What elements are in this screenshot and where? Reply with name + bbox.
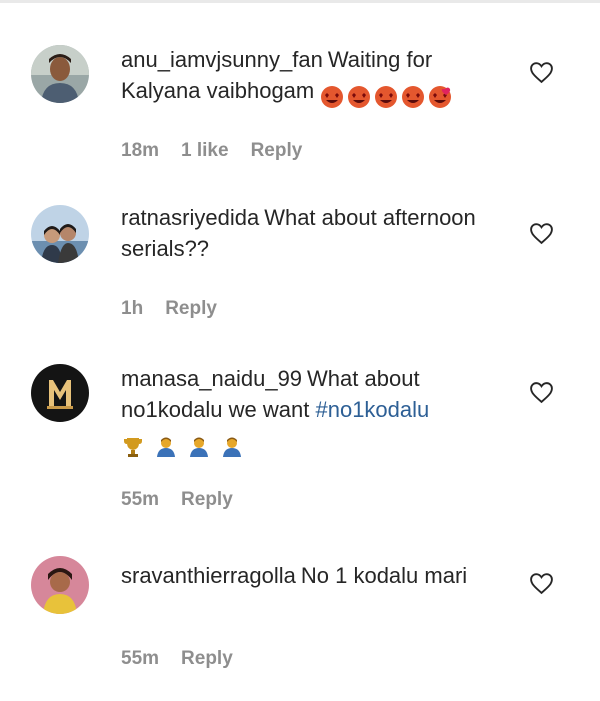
comment-text: ratnasriyedida What about afternoon seria… <box>121 202 516 264</box>
reply-button[interactable]: Reply <box>181 648 233 670</box>
comment-username[interactable]: sravanthierragolla <box>121 563 296 588</box>
comment-meta: 55m Reply <box>121 648 233 670</box>
comment-username[interactable]: ratnasriyedida <box>121 205 259 230</box>
comment-meta: 55m Reply <box>121 489 233 511</box>
heart-eyes-emoji <box>402 86 425 109</box>
comment-text: anu_iamvjsunny_fan Waiting for Kalyana va… <box>121 44 516 111</box>
heart-outline-icon[interactable] <box>529 221 554 246</box>
reply-button[interactable]: Reply <box>165 298 217 320</box>
comment-username[interactable]: anu_iamvjsunny_fan <box>121 47 323 72</box>
avatar[interactable] <box>31 205 89 263</box>
comment-meta: 1h Reply <box>121 298 217 320</box>
emoji-row <box>121 430 247 461</box>
trophy-emoji <box>124 438 142 458</box>
reply-button[interactable]: Reply <box>251 140 303 162</box>
avatar[interactable] <box>31 364 89 422</box>
heart-eyes-emoji <box>375 86 398 109</box>
comment-text: manasa_naidu_99 What about no1kodalu we w… <box>121 363 516 461</box>
heart-outline-icon[interactable] <box>529 60 554 85</box>
comment-time[interactable]: 18m <box>121 140 159 162</box>
comment-meta: 18m 1 like Reply <box>121 140 302 162</box>
comment-username[interactable]: manasa_naidu_99 <box>121 366 302 391</box>
heart-eyes-emoji <box>429 86 452 109</box>
top-divider <box>0 0 600 3</box>
heart-eyes-emoji <box>321 86 344 109</box>
comment-time[interactable]: 55m <box>121 648 159 670</box>
comment-time[interactable]: 55m <box>121 489 159 511</box>
heart-eyes-emoji <box>348 86 371 109</box>
avatar[interactable] <box>31 45 89 103</box>
person-emoji <box>157 437 176 458</box>
comment-time[interactable]: 1h <box>121 298 143 320</box>
emoji-row <box>320 80 455 111</box>
heart-outline-icon[interactable] <box>529 380 554 405</box>
comment-likes[interactable]: 1 like <box>181 140 229 162</box>
reply-button[interactable]: Reply <box>181 489 233 511</box>
person-emoji <box>223 437 242 458</box>
avatar[interactable] <box>31 556 89 614</box>
person-emoji <box>190 437 209 458</box>
hashtag-link[interactable]: #no1kodalu <box>315 397 429 422</box>
comment-text: sravanthierragolla No 1 kodalu mari <box>121 560 516 591</box>
comment-body: No 1 kodalu mari <box>300 563 468 588</box>
heart-outline-icon[interactable] <box>529 571 554 596</box>
